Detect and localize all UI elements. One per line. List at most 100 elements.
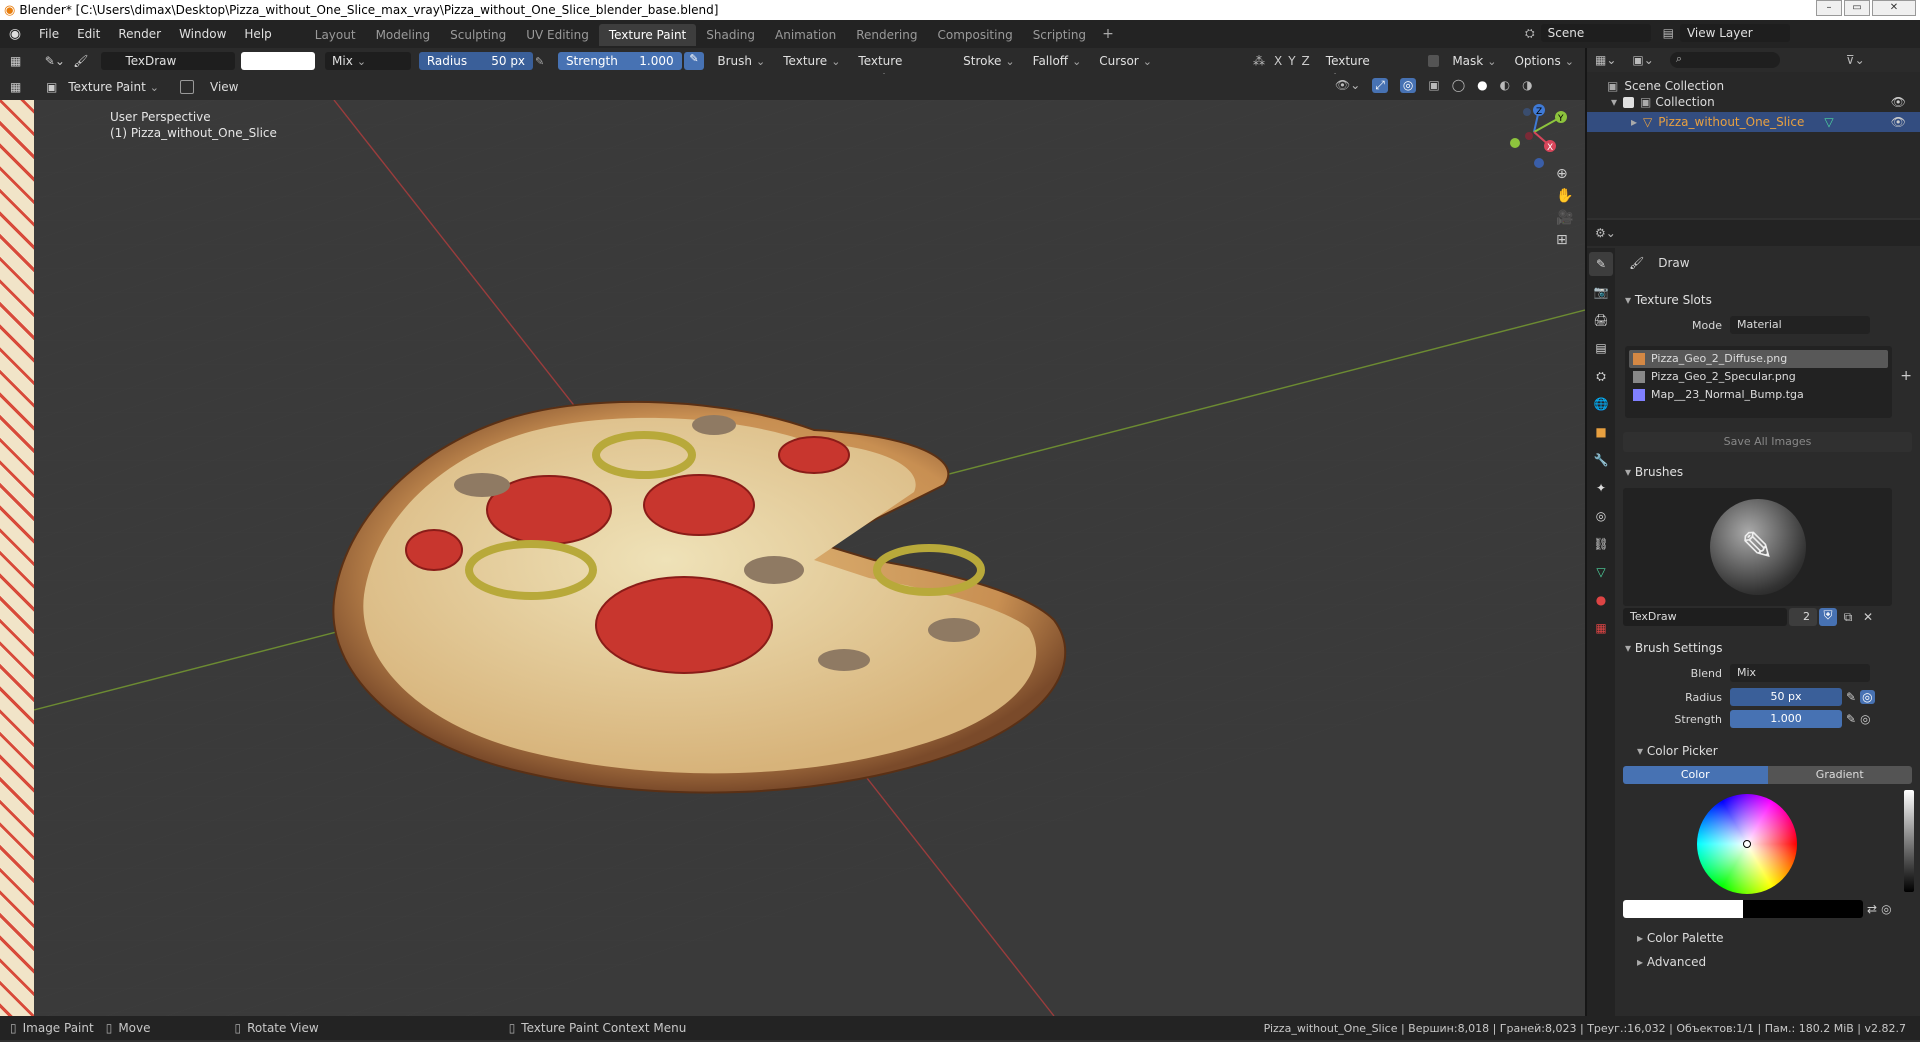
strength-pressure-icon[interactable]: ✎ [683, 52, 705, 70]
axis-z-toggle[interactable]: Z [1299, 54, 1313, 68]
strength-unified-icon[interactable]: ◎ [1860, 712, 1870, 726]
tab-sculpting[interactable]: Sculpting [440, 24, 516, 46]
menu-help[interactable]: Help [235, 20, 280, 48]
save-all-images-button[interactable]: Save All Images [1623, 432, 1912, 452]
color-swatch[interactable] [241, 52, 316, 70]
texture-slot-item[interactable]: Pizza_Geo_2_Diffuse.png [1629, 350, 1888, 368]
minimize-button[interactable]: – [1816, 0, 1842, 16]
tab-modeling[interactable]: Modeling [366, 24, 441, 46]
brush-settings-panel-header[interactable]: Brush Settings [1615, 636, 1920, 660]
blender-menu-icon[interactable]: ◉ [0, 26, 30, 42]
scene-icon[interactable]: ⛭ [1525, 26, 1535, 41]
axis-y-toggle[interactable]: Y [1285, 54, 1298, 68]
scene-field[interactable]: Scene [1540, 24, 1651, 42]
menu-render[interactable]: Render [109, 20, 170, 48]
texture-menu[interactable]: Texture [776, 52, 847, 70]
outliner-object-row[interactable]: ▸ ▽ Pizza_without_One_Slice ▽ 👁 [1587, 112, 1920, 132]
mode-dropdown[interactable]: Texture Paint [61, 78, 166, 96]
radius-slider[interactable]: Radius 50 px [418, 52, 534, 70]
tab-layout[interactable]: Layout [305, 24, 366, 46]
texture-mask-menu[interactable]: Texture Mask [851, 52, 952, 86]
radius-field[interactable]: 50 px [1730, 688, 1842, 706]
tab-rendering[interactable]: Rendering [846, 24, 927, 46]
texture-slots-menu[interactable]: Texture Slots [1319, 52, 1418, 86]
unlink-brush-icon[interactable]: ✕ [1859, 610, 1877, 624]
outliner-editor-icon[interactable]: ▦⌄ [1595, 53, 1616, 67]
brush-name-field[interactable]: TexDraw [101, 52, 236, 70]
blend-dropdown[interactable]: Mix [325, 52, 411, 70]
brush-icon[interactable]: 🖌 [73, 54, 101, 68]
tab-scripting[interactable]: Scripting [1023, 24, 1096, 46]
menu-edit[interactable]: Edit [68, 20, 109, 48]
gizmo-icon[interactable]: ⤢ [1372, 78, 1388, 93]
outliner-scene-collection[interactable]: ▣ Scene Collection [1587, 72, 1920, 93]
axis-x-toggle[interactable]: X [1271, 54, 1285, 68]
visibility-icon[interactable]: 👁⌄ [1335, 78, 1360, 93]
display-mode-icon[interactable]: ▣⌄ [1632, 53, 1653, 67]
solid-shading-icon[interactable]: ● [1477, 78, 1487, 93]
rendered-shading-icon[interactable]: ◑ [1522, 78, 1532, 93]
xray-icon[interactable]: ▣ [1428, 78, 1439, 93]
zoom-icon[interactable]: ⊕ [1556, 166, 1573, 182]
view-layer-icon[interactable]: ▤ [1663, 26, 1674, 40]
swap-colors-icon[interactable]: ⇄ [1867, 902, 1877, 916]
brush-users-count[interactable]: 2 [1789, 608, 1817, 626]
strength-field[interactable]: 1.000 [1730, 710, 1842, 728]
mask-checkbox[interactable] [1427, 55, 1440, 67]
radius-unified-icon[interactable]: ◎ [1860, 690, 1875, 704]
tool-tab-icon[interactable]: ✎ [1589, 252, 1613, 276]
menu-window[interactable]: Window [170, 20, 235, 48]
texture-slots-panel-header[interactable]: Texture Slots [1615, 288, 1920, 312]
mode-dropdown[interactable]: Material [1730, 316, 1870, 334]
color-palette-subpanel[interactable]: ▸ Color Palette [1615, 926, 1920, 950]
brushes-panel-header[interactable]: Brushes [1615, 460, 1920, 484]
material-shading-icon[interactable]: ◐ [1500, 78, 1510, 93]
view-menu[interactable]: View [204, 80, 244, 94]
modifiers-tab-icon[interactable]: 🔧 [1589, 448, 1613, 472]
falloff-menu[interactable]: Falloff [1026, 52, 1089, 70]
duplicate-brush-icon[interactable]: ⧉ [1839, 610, 1857, 625]
maximize-button[interactable]: ▭ [1844, 0, 1870, 16]
camera-icon[interactable]: 🎥 [1556, 210, 1573, 226]
output-tab-icon[interactable]: 🖨 [1589, 308, 1613, 332]
texture-tab-icon[interactable]: ▦ [1589, 616, 1613, 640]
data-tab-icon[interactable]: ▽ [1589, 560, 1613, 584]
options-menu[interactable]: Options [1507, 52, 1581, 70]
outliner-search-input[interactable]: ⌕ [1669, 52, 1780, 68]
physics-tab-icon[interactable]: ◎ [1589, 504, 1613, 528]
radius-pressure-icon[interactable]: ✎ [535, 55, 554, 68]
object-tab-icon[interactable]: ■ [1589, 420, 1613, 444]
brush-preview[interactable]: ✎ [1623, 488, 1892, 606]
tab-shading[interactable]: Shading [696, 24, 765, 46]
primary-color-swatch[interactable] [1623, 900, 1743, 918]
3d-viewport[interactable]: User Perspective (1) Pizza_without_One_S… [34, 100, 1585, 1016]
texture-slot-item[interactable]: Pizza_Geo_2_Specular.png [1629, 368, 1888, 386]
collection-checkbox[interactable] [1623, 96, 1635, 108]
mask-menu[interactable]: Mask [1445, 52, 1503, 70]
particles-tab-icon[interactable]: ✦ [1589, 476, 1613, 500]
filter-icon[interactable]: ⊽⌄ [1846, 53, 1865, 67]
color-picker-subpanel-header[interactable]: ▾ Color Picker [1615, 738, 1920, 764]
texture-slot-item[interactable]: Map__23_Normal_Bump.tga [1629, 386, 1888, 404]
overlays-icon[interactable]: ◎ [1399, 78, 1417, 93]
color-tab[interactable]: Color [1623, 766, 1768, 784]
value-slider[interactable] [1904, 790, 1914, 892]
properties-editor-icon[interactable]: ⚙⌄ [1595, 226, 1616, 240]
menu-file[interactable]: File [30, 20, 68, 48]
tab-animation[interactable]: Animation [765, 24, 846, 46]
stroke-menu[interactable]: Stroke [956, 52, 1021, 70]
world-tab-icon[interactable]: 🌐 [1589, 392, 1613, 416]
close-button[interactable]: ✕ [1872, 0, 1916, 16]
view-layer-tab-icon[interactable]: ▤ [1589, 336, 1613, 360]
wireframe-shading-icon[interactable]: ◯ [1452, 78, 1465, 93]
brush-menu[interactable]: Brush [710, 52, 772, 70]
paint-mode-icon[interactable]: ✎⌄ [45, 54, 73, 68]
tab-uv-editing[interactable]: UV Editing [516, 24, 599, 46]
pan-icon[interactable]: ✋ [1556, 188, 1573, 204]
add-workspace-icon[interactable]: + [1102, 26, 1114, 42]
view-layer-field[interactable]: View Layer [1679, 24, 1790, 42]
color-wheel-cursor[interactable] [1743, 840, 1751, 848]
material-tab-icon[interactable]: ● [1589, 588, 1613, 612]
cursor-menu[interactable]: Cursor [1092, 52, 1159, 70]
brush-name-field[interactable]: TexDraw [1623, 608, 1787, 626]
